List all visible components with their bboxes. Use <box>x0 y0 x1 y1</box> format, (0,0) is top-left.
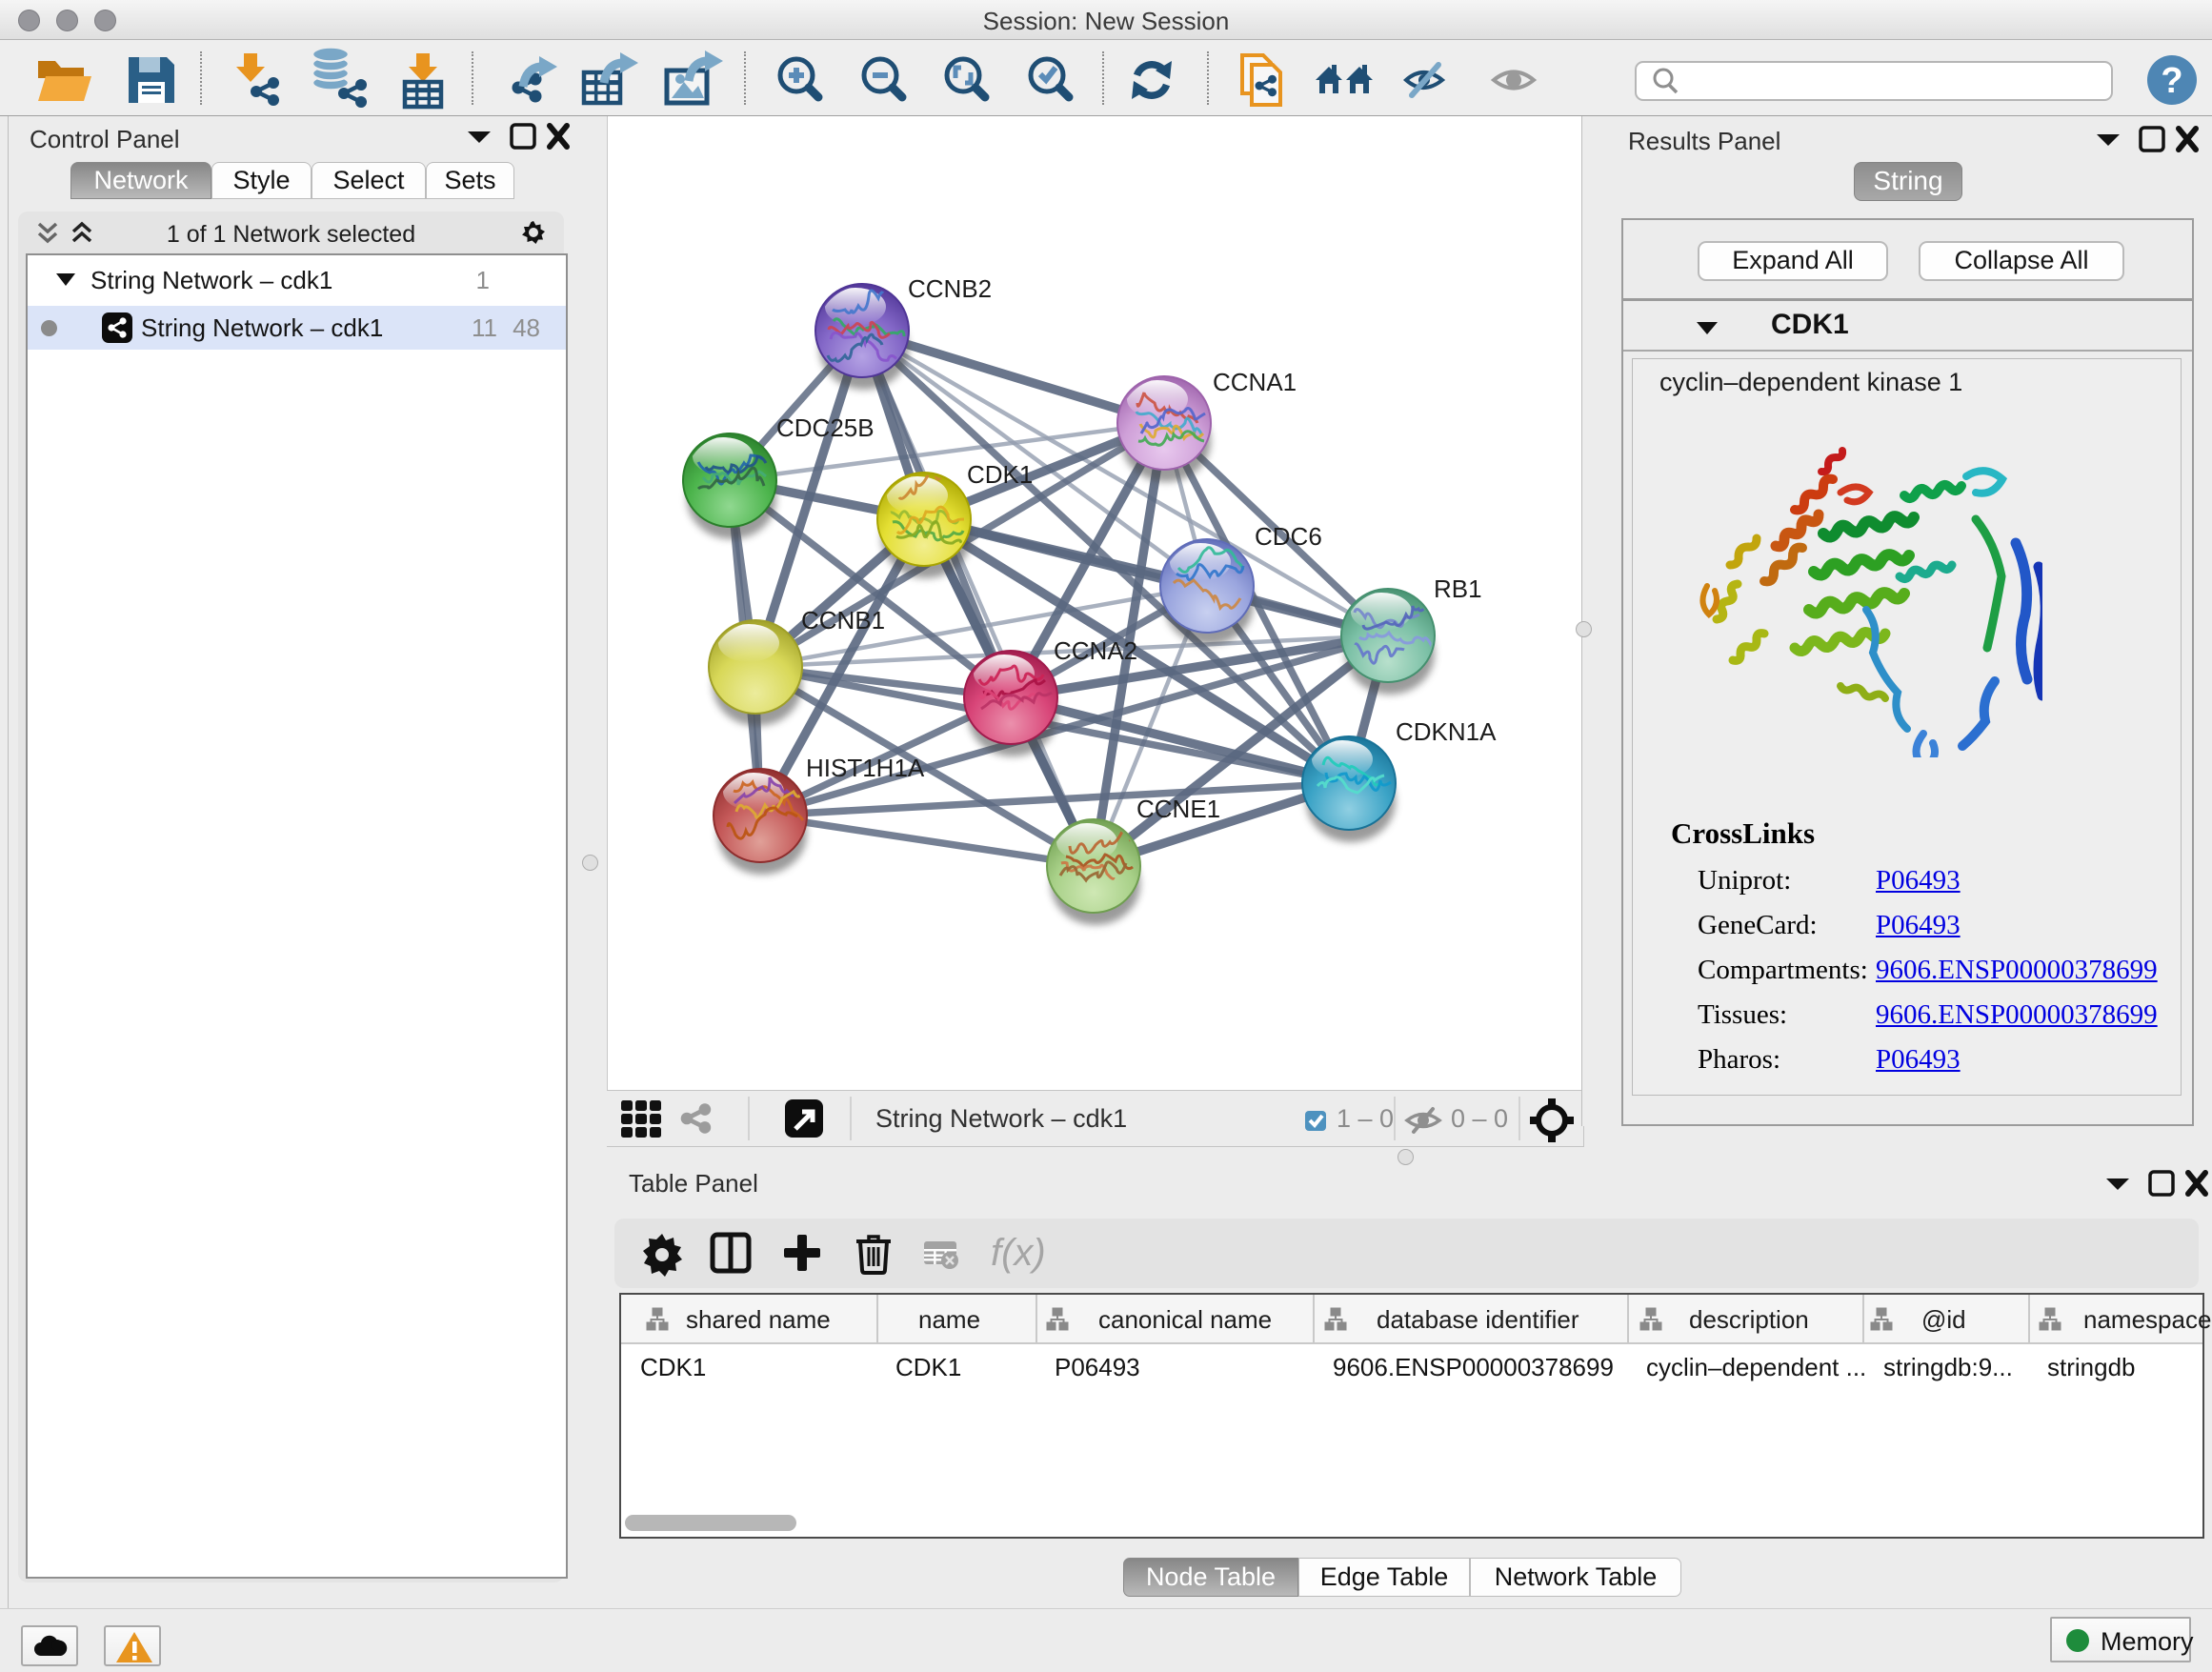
svg-text:CDK1: CDK1 <box>967 460 1033 489</box>
svg-text:CDKN1A: CDKN1A <box>1396 717 1497 746</box>
svg-text:CCNB1: CCNB1 <box>801 606 885 635</box>
svg-text:CCNA2: CCNA2 <box>1054 636 1137 665</box>
svg-text:CCNE1: CCNE1 <box>1136 795 1220 823</box>
svg-text:?: ? <box>2161 61 2182 101</box>
svg-text:CCNB2: CCNB2 <box>908 274 992 303</box>
svg-text:CCNA1: CCNA1 <box>1213 368 1297 396</box>
svg-text:HIST1H1A: HIST1H1A <box>806 754 925 782</box>
svg-text:CDC25B: CDC25B <box>776 413 875 442</box>
svg-text:CDC6: CDC6 <box>1255 522 1322 551</box>
svg-text:f(x): f(x) <box>991 1232 1046 1274</box>
svg-text:RB1: RB1 <box>1434 574 1482 603</box>
